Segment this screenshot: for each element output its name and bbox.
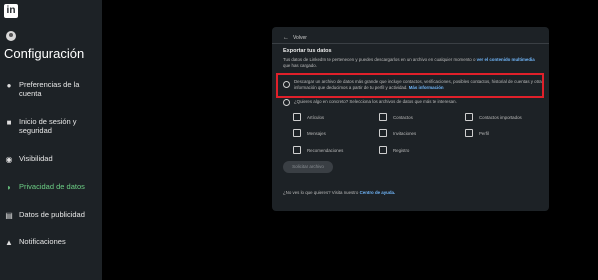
shield-icon: ◗ — [6, 183, 12, 192]
section-title: Exportar tus datos — [283, 48, 332, 54]
checkbox-imported-contacts[interactable]: Contactos importados — [465, 113, 522, 121]
sidebar-item-visibility[interactable]: ◉ Visibilidad — [0, 154, 102, 164]
option-full-archive[interactable]: Descargar un archivo de datos más grande… — [294, 79, 542, 91]
request-archive-button[interactable]: Solicitar archivo — [283, 161, 333, 173]
more-info-link[interactable]: Más información — [409, 85, 444, 90]
sidebar-item-ad-data[interactable]: ▤ Datos de publicidad — [0, 210, 102, 220]
checkbox-label: Mensajes — [307, 130, 326, 136]
footer-text: ¿No ves lo que quieres? Visita nuestro — [283, 190, 359, 195]
sidebar-item-label: Notificaciones — [19, 237, 66, 246]
newspaper-icon: ▤ — [5, 211, 13, 220]
sidebar-item-label: Preferencias de la cuenta — [19, 80, 80, 98]
option-specific-files[interactable]: ¿Quieres algo en concreto? Selecciona lo… — [294, 99, 542, 105]
description-tail: que has cargado. — [283, 63, 317, 68]
divider — [272, 43, 549, 44]
checkbox-recommendations[interactable]: Recomendaciones — [293, 146, 343, 154]
checkbox[interactable] — [465, 113, 473, 121]
checkbox[interactable] — [379, 146, 387, 154]
checkbox[interactable] — [465, 129, 473, 137]
arrow-left-icon: ← — [283, 35, 289, 41]
checkbox-registration[interactable]: Registro — [379, 146, 409, 154]
checkbox-profile[interactable]: Perfil — [465, 129, 489, 137]
radio-full-archive[interactable] — [283, 81, 290, 88]
eye-icon: ◉ — [5, 155, 13, 164]
radio-specific-files[interactable] — [283, 99, 290, 106]
checkbox-label: Invitaciones — [393, 130, 417, 136]
linkedin-logo[interactable]: in — [4, 4, 18, 18]
sidebar-item-label: Inicio de sesión y seguridad — [19, 117, 77, 135]
sidebar-item-label: Privacidad de datos — [19, 182, 85, 191]
export-data-panel: ← Volver Exportar tus datos Tus datos de… — [272, 27, 549, 211]
sidebar-item-label: Visibilidad — [19, 154, 53, 163]
checkbox-articles[interactable]: Artículos — [293, 113, 324, 121]
checkbox-label: Registro — [393, 147, 410, 153]
checkbox-invitations[interactable]: Invitaciones — [379, 129, 416, 137]
lock-icon: ■ — [6, 118, 12, 127]
checkbox[interactable] — [293, 146, 301, 154]
avatar[interactable] — [6, 31, 16, 41]
checkbox-label: Contactos importados — [479, 114, 522, 120]
checkbox-messages[interactable]: Mensajes — [293, 129, 326, 137]
section-description: Tus datos de LinkedIn te pertenecen y pu… — [283, 57, 538, 69]
sidebar-item-security[interactable]: ■ Inicio de sesión y seguridad — [0, 117, 102, 135]
sidebar: in Configuración ● Preferencias de la cu… — [0, 0, 102, 280]
sidebar-item-notifications[interactable]: ▲ Notificaciones — [0, 237, 102, 247]
person-icon: ● — [6, 81, 12, 90]
sidebar-item-label: Datos de publicidad — [19, 210, 85, 219]
checkbox-label: Contactos — [393, 114, 413, 120]
checkbox[interactable] — [293, 113, 301, 121]
description-text: Tus datos de LinkedIn te pertenecen y pu… — [283, 57, 476, 62]
checkbox-label: Artículos — [307, 114, 325, 120]
media-link[interactable]: ver el contenido multimedia — [477, 57, 535, 62]
checkbox[interactable] — [293, 129, 301, 137]
back-button[interactable]: ← Volver — [283, 35, 307, 41]
help-footer: ¿No ves lo que quieres? Visita nuestro C… — [283, 190, 395, 195]
checkbox[interactable] — [379, 113, 387, 121]
help-center-link[interactable]: Centro de ayuda. — [360, 190, 396, 195]
bell-icon: ▲ — [5, 238, 13, 247]
sidebar-item-account-preferences[interactable]: ● Preferencias de la cuenta — [0, 80, 102, 98]
checkbox-label: Recomendaciones — [307, 147, 344, 153]
page-title: Configuración — [4, 46, 85, 61]
back-label: Volver — [293, 35, 307, 41]
checkbox-label: Perfil — [479, 130, 490, 136]
sidebar-item-data-privacy[interactable]: ◗ Privacidad de datos — [0, 182, 102, 192]
checkbox-connections[interactable]: Contactos — [379, 113, 413, 121]
checkbox[interactable] — [379, 129, 387, 137]
